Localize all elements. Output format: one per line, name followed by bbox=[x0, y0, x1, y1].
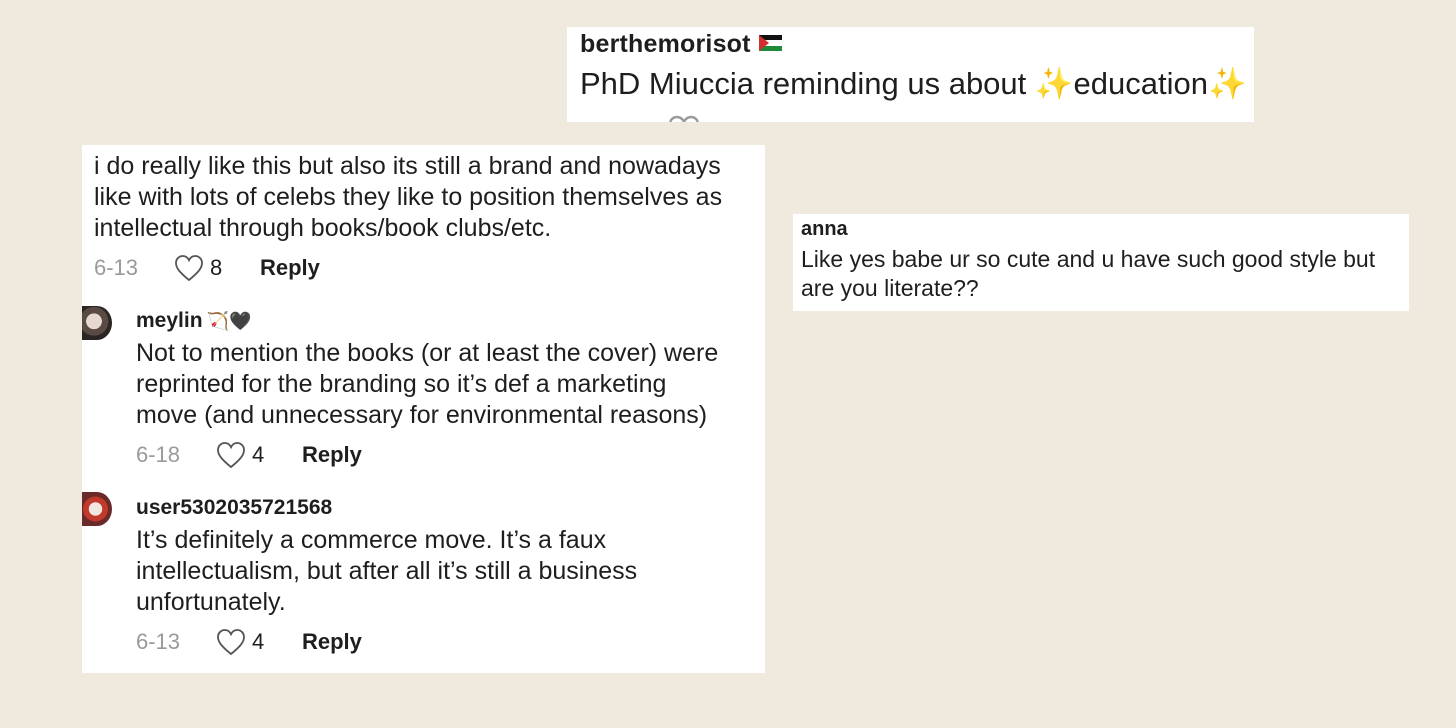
reply-button[interactable]: Reply bbox=[302, 442, 362, 468]
comment-username[interactable]: anna bbox=[801, 218, 848, 241]
sparkle-icon: ✨ bbox=[1207, 66, 1247, 101]
parent-comment-text: i do really like this but also its still… bbox=[94, 151, 722, 244]
comment-line: Not to mention the books (or at least th… bbox=[136, 339, 719, 367]
comment-date: 6-13 bbox=[136, 629, 181, 654]
comment-text-word: education bbox=[1073, 66, 1208, 101]
comment-line: intellectual through books/book clubs/et… bbox=[94, 214, 552, 242]
reply-button[interactable]: Reply bbox=[260, 255, 320, 281]
reply-comment-meta: 6-13 4 Reply bbox=[136, 627, 362, 657]
comment-text: PhD Miuccia reminding us about ✨educatio… bbox=[580, 65, 1247, 102]
username-text[interactable]: anna bbox=[801, 218, 848, 240]
comment-line: Like yes babe ur so cute and u have such… bbox=[801, 246, 1376, 272]
comment-username[interactable]: berthemorisot bbox=[580, 30, 782, 59]
reply-comment-meta: 6-18 4 Reply bbox=[136, 440, 362, 470]
comment-line: unfortunately. bbox=[136, 588, 286, 616]
comment-line: reprinted for the branding so it’s def a… bbox=[136, 370, 667, 398]
heart-outline-icon[interactable] bbox=[216, 628, 246, 656]
comment-thread-card: i do really like this but also its still… bbox=[82, 145, 765, 673]
comment-card-berthemorisot: berthemorisot PhD Miuccia reminding us a… bbox=[567, 27, 1254, 122]
parent-comment-meta: 6-13 8 Reply bbox=[94, 253, 320, 283]
comment-line: It’s definitely a commerce move. It’s a … bbox=[136, 526, 607, 554]
username-text[interactable]: berthemorisot bbox=[580, 30, 751, 58]
comment-text: Like yes babe ur so cute and u have such… bbox=[801, 245, 1375, 303]
reply-username[interactable]: user5302035721568 bbox=[136, 496, 332, 520]
reply-username[interactable]: meylin 🏹🖤 bbox=[136, 309, 251, 333]
comment-date: 6-13 bbox=[94, 255, 139, 280]
sparkle-icon: ✨ bbox=[1034, 66, 1074, 101]
comment-line: like with lots of celebs they like to po… bbox=[94, 183, 723, 211]
username-text[interactable]: user5302035721568 bbox=[136, 496, 332, 519]
comment-line: are you literate?? bbox=[801, 275, 979, 301]
comment-line: intellectualism, but after all it’s stil… bbox=[136, 557, 638, 585]
comment-text-part: PhD Miuccia reminding us about bbox=[580, 66, 1035, 101]
heart-outline-icon[interactable] bbox=[216, 441, 246, 469]
reply-button[interactable]: Reply bbox=[302, 629, 362, 655]
reply-comment-text: Not to mention the books (or at least th… bbox=[136, 338, 718, 431]
reply-comment-text: It’s definitely a commerce move. It’s a … bbox=[136, 525, 637, 618]
comment-card-anna: anna Like yes babe ur so cute and u have… bbox=[793, 214, 1409, 311]
palestine-flag-icon bbox=[758, 35, 782, 51]
avatar[interactable] bbox=[82, 492, 112, 526]
bow-heart-emoji-icon: 🏹🖤 bbox=[206, 311, 252, 331]
avatar[interactable] bbox=[82, 306, 112, 340]
username-text[interactable]: meylin bbox=[136, 309, 203, 332]
comment-line: i do really like this but also its still… bbox=[94, 152, 721, 180]
like-count: 4 bbox=[252, 442, 265, 467]
comment-date: 6-18 bbox=[136, 442, 181, 467]
comment-line: move (and unnecessary for environmental … bbox=[136, 401, 708, 429]
like-count: 8 bbox=[210, 255, 223, 280]
heart-outline-icon[interactable] bbox=[668, 115, 700, 122]
like-count: 4 bbox=[252, 629, 265, 654]
heart-outline-icon[interactable] bbox=[174, 254, 204, 282]
